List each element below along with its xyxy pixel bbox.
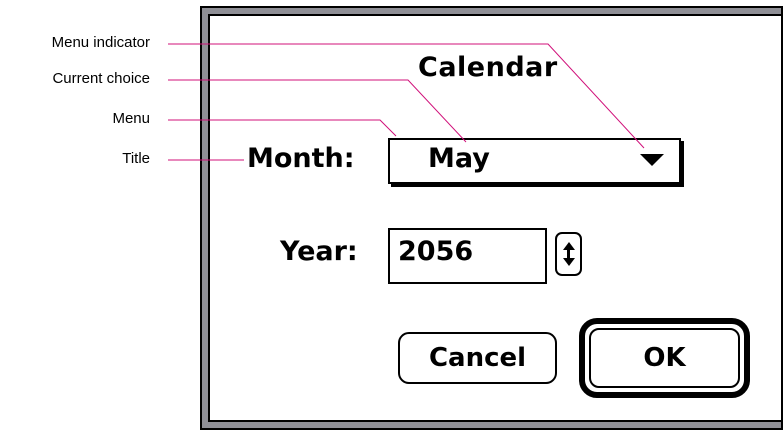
up-down-arrows-icon[interactable] bbox=[555, 232, 582, 276]
month-label: Month: bbox=[247, 143, 355, 174]
stepper-down-arrow-icon[interactable] bbox=[563, 258, 575, 266]
annotation-current-choice: Current choice bbox=[52, 70, 150, 87]
cancel-button[interactable]: Cancel bbox=[398, 332, 557, 384]
dialog-title: Calendar bbox=[418, 52, 558, 83]
month-current-choice[interactable]: May bbox=[428, 143, 490, 174]
year-label: Year: bbox=[280, 236, 358, 267]
annotation-title: Title bbox=[122, 150, 150, 167]
year-value[interactable]: 2056 bbox=[398, 236, 473, 267]
ok-button[interactable]: OK bbox=[589, 328, 740, 388]
triangle-down-icon[interactable] bbox=[640, 154, 664, 166]
annotation-menu: Menu bbox=[112, 110, 150, 127]
annotation-menu-indicator: Menu indicator bbox=[51, 34, 150, 51]
